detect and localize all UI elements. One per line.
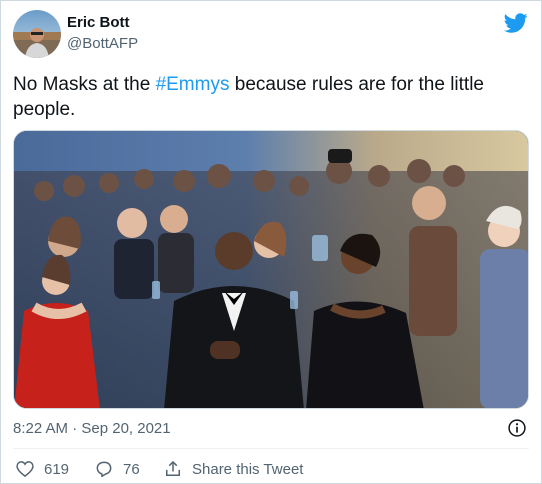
share-icon xyxy=(166,461,180,476)
share-label: Share this Tweet xyxy=(192,460,304,478)
reply-bubble-icon xyxy=(96,461,112,478)
author-name[interactable]: Eric Bott xyxy=(67,14,130,31)
avatar-photo xyxy=(13,10,61,58)
reply-button[interactable]: 76 xyxy=(94,458,140,480)
twitter-bird-icon[interactable] xyxy=(504,11,528,35)
tweet-text-start: No Masks at the xyxy=(13,74,156,95)
divider xyxy=(13,448,529,449)
event-crowd-photo xyxy=(14,131,528,408)
tweet-text: No Masks at the #Emmys because rules are… xyxy=(13,72,525,122)
like-button[interactable]: 619 xyxy=(15,458,69,480)
info-icon[interactable] xyxy=(507,418,527,438)
tweet-photo[interactable] xyxy=(13,130,529,409)
share-tweet-button[interactable]: Share this Tweet xyxy=(163,458,303,480)
like-count: 619 xyxy=(44,460,70,478)
tweet-timestamp[interactable]: 8:22 AM · Sep 20, 2021 xyxy=(13,420,171,437)
reply-count: 76 xyxy=(123,460,140,478)
hashtag-link[interactable]: #Emmys xyxy=(156,74,230,95)
avatar[interactable] xyxy=(13,10,61,58)
tweet-card: Eric Bott @BottAFP No Masks at the #Emmy… xyxy=(0,0,542,484)
heart-icon xyxy=(16,461,34,478)
author-handle[interactable]: @BottAFP xyxy=(67,35,138,52)
